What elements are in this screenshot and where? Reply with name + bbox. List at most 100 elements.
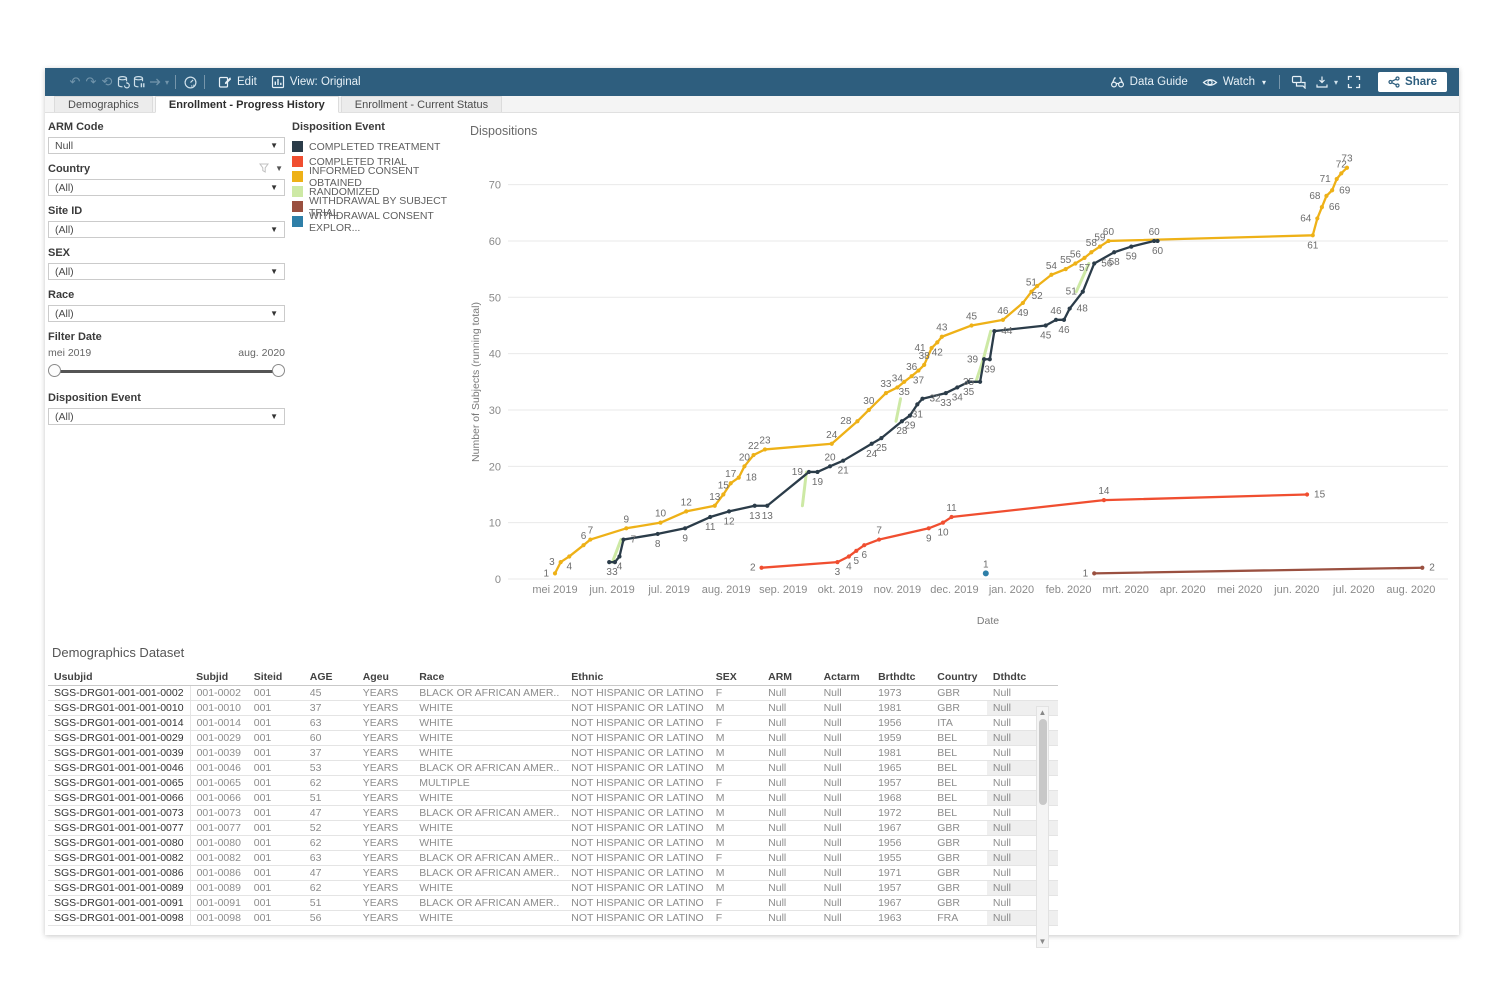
data-point-mark[interactable]	[765, 504, 769, 508]
scrollbar-thumb[interactable]	[1039, 719, 1047, 805]
data-point-mark[interactable]	[940, 335, 944, 339]
data-point-mark[interactable]	[759, 566, 763, 570]
data-point-mark[interactable]	[1092, 571, 1096, 575]
column-header-ageu[interactable]: Ageu	[357, 669, 414, 685]
column-header-ethnic[interactable]: Ethnic	[565, 669, 709, 685]
data-point-mark[interactable]	[1092, 261, 1096, 265]
data-point-mark[interactable]	[624, 526, 628, 530]
data-point-mark[interactable]	[1054, 318, 1058, 322]
data-point-mark[interactable]	[1098, 244, 1102, 248]
column-header-country[interactable]: Country	[931, 669, 987, 685]
column-header-race[interactable]: Race	[413, 669, 565, 685]
series-withdrawal-consent-explor[interactable]: 1	[983, 559, 989, 576]
data-point-mark[interactable]	[884, 391, 888, 395]
data-point-mark[interactable]	[807, 470, 811, 474]
data-point-mark[interactable]	[877, 537, 881, 541]
table-row[interactable]: SGS-DRG01-001-001-0086001-008600147YEARS…	[48, 865, 1058, 880]
tab-enrollment-progress-history[interactable]: Enrollment - Progress History	[155, 96, 339, 113]
data-point-mark[interactable]	[1324, 194, 1328, 198]
data-point-mark[interactable]	[815, 470, 819, 474]
legend-item[interactable]: COMPLETED TREATMENT	[292, 139, 470, 154]
tab-enrollment-current-status[interactable]: Enrollment - Current Status	[341, 96, 502, 112]
data-point-mark[interactable]	[944, 391, 948, 395]
funnel-icon[interactable]	[259, 163, 269, 173]
filter-arm-code-dropdown[interactable]: Null ▼	[48, 137, 285, 154]
data-point-mark[interactable]	[1112, 250, 1116, 254]
data-point-mark[interactable]	[879, 436, 883, 440]
data-point-mark[interactable]	[742, 464, 746, 468]
metrics-gauge-icon[interactable]	[182, 74, 198, 90]
data-point-mark[interactable]	[935, 340, 939, 344]
data-point-mark[interactable]	[1155, 239, 1159, 243]
data-point-mark[interactable]	[830, 442, 834, 446]
column-header-dthdtc[interactable]: Dthdtc	[987, 669, 1058, 685]
auto-update-caret-icon[interactable]: ▾	[165, 78, 169, 87]
data-point-mark[interactable]	[982, 357, 986, 361]
table-row[interactable]: SGS-DRG01-001-001-0066001-006600151YEARS…	[48, 790, 1058, 805]
redo-icon[interactable]: ↷	[83, 74, 99, 90]
series-informed-consent-obtained[interactable]: 1346791012131517182022232428303334353637…	[543, 154, 1353, 580]
edit-button[interactable]: Edit	[211, 68, 264, 96]
data-point-mark[interactable]	[753, 504, 757, 508]
download-icon[interactable]	[1314, 74, 1330, 90]
chevron-down-icon[interactable]: ▼	[275, 164, 283, 173]
fullscreen-icon[interactable]	[1346, 74, 1362, 90]
filter-race-dropdown[interactable]: (All) ▼	[48, 305, 285, 322]
data-point-mark[interactable]	[949, 515, 953, 519]
data-point-mark[interactable]	[992, 329, 996, 333]
table-row[interactable]: SGS-DRG01-001-001-0073001-007300147YEARS…	[48, 805, 1058, 820]
table-row[interactable]: SGS-DRG01-001-001-0039001-003900137YEARS…	[48, 745, 1058, 760]
legend-item[interactable]: WITHDRAWAL CONSENT EXPLOR...	[292, 214, 470, 229]
series-completed-trial[interactable]: 234567910111415	[750, 486, 1326, 578]
data-point-mark[interactable]	[1064, 267, 1068, 271]
data-point-mark[interactable]	[1082, 256, 1086, 260]
data-point-mark[interactable]	[1049, 273, 1053, 277]
data-point-mark[interactable]	[1102, 498, 1106, 502]
undo-icon[interactable]: ↶	[67, 74, 83, 90]
data-point-mark[interactable]	[581, 543, 585, 547]
table-row[interactable]: SGS-DRG01-001-001-0010001-001000137YEARS…	[48, 700, 1058, 715]
table-row[interactable]: SGS-DRG01-001-001-0089001-008900162YEARS…	[48, 880, 1058, 895]
filter-sex-dropdown[interactable]: (All) ▼	[48, 263, 285, 280]
scroll-up-icon[interactable]: ▲	[1037, 707, 1048, 718]
data-point-mark[interactable]	[983, 570, 989, 576]
data-point-mark[interactable]	[729, 481, 733, 485]
data-point-mark[interactable]	[916, 368, 920, 372]
comments-icon[interactable]	[1291, 74, 1307, 90]
column-header-brthdtc[interactable]: Brthdtc	[872, 669, 931, 685]
data-point-mark[interactable]	[920, 397, 924, 401]
watch-button[interactable]: Watch ▾	[1195, 68, 1273, 96]
data-point-mark[interactable]	[588, 537, 592, 541]
data-point-mark[interactable]	[737, 475, 741, 479]
column-header-age[interactable]: AGE	[304, 669, 357, 685]
data-point-mark[interactable]	[1001, 318, 1005, 322]
tab-demographics[interactable]: Demographics	[54, 96, 153, 112]
revert-icon[interactable]: ⟲	[99, 74, 115, 90]
column-header-actarm[interactable]: Actarm	[818, 669, 873, 685]
data-point-mark[interactable]	[684, 509, 688, 513]
column-header-subjid[interactable]: Subjid	[190, 669, 248, 685]
data-point-mark[interactable]	[1089, 250, 1093, 254]
slider-track[interactable]	[52, 370, 281, 373]
view-original-button[interactable]: View: Original	[264, 68, 368, 96]
data-point-mark[interactable]	[1068, 306, 1072, 310]
column-header-siteid[interactable]: Siteid	[248, 669, 304, 685]
table-row[interactable]: SGS-DRG01-001-001-0002001-000200145YEARS…	[48, 685, 1058, 700]
data-point-mark[interactable]	[1062, 318, 1066, 322]
data-point-mark[interactable]	[683, 526, 687, 530]
share-button[interactable]: Share	[1378, 72, 1447, 92]
data-point-mark[interactable]	[969, 323, 973, 327]
refresh-data-icon[interactable]	[115, 74, 131, 90]
slider-handle-end[interactable]	[272, 364, 285, 377]
data-point-mark[interactable]	[922, 363, 926, 367]
data-point-mark[interactable]	[607, 560, 611, 564]
column-header-usubjid[interactable]: Usubjid	[48, 669, 190, 685]
data-point-mark[interactable]	[708, 515, 712, 519]
data-point-mark[interactable]	[656, 532, 660, 536]
data-point-mark[interactable]	[955, 385, 959, 389]
data-point-mark[interactable]	[1330, 188, 1334, 192]
table-row[interactable]: SGS-DRG01-001-001-0065001-006500162YEARS…	[48, 775, 1058, 790]
legend-item[interactable]: INFORMED CONSENT OBTAINED	[292, 169, 470, 184]
filter-site-id-dropdown[interactable]: (All) ▼	[48, 221, 285, 238]
data-point-mark[interactable]	[867, 408, 871, 412]
